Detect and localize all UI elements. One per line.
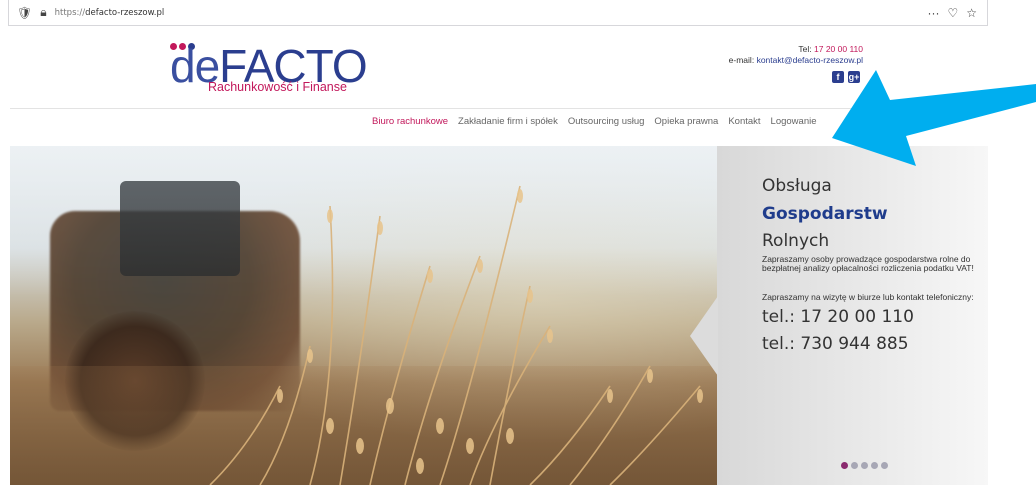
nav-item-opieka-prawna[interactable]: Opieka prawna [654,116,718,127]
hero-phone-2[interactable]: tel.: 730 944 885 [762,334,909,354]
slider-dot-1[interactable] [841,462,848,469]
hero-paragraph-contact: Zapraszamy na wizytę w biurze lub kontak… [762,292,974,302]
nav-item-biuro-rachunkowe[interactable]: Biuro rachunkowe [372,116,448,127]
hero-paragraph-vat: Zapraszamy osoby prowadzące gospodarstwa… [762,254,974,273]
page-actions-menu-icon[interactable]: ··· [927,6,939,20]
email-label: e-mail: [728,55,755,65]
lock-icon[interactable]: 🔒︎ [40,5,46,20]
browser-url-bar[interactable]: 🛡︎ 🔒︎ https://defacto-rzeszow.pl ··· ♡ ☆ [8,0,988,26]
hero-slider: Obsługa Gospodarstw Rolnych Zapraszamy o… [10,146,988,485]
pocket-icon[interactable]: ♡ [947,6,958,20]
grass-stalks [209,185,703,485]
slider-dot-4[interactable] [871,462,878,469]
hero-phone-1[interactable]: tel.: 17 20 00 110 [762,307,914,327]
hero-photo [10,146,717,485]
url-host: defacto-rzeszow.pl [85,7,165,18]
nav-item-zakladanie-firm[interactable]: Zakładanie firm i spółek [458,116,558,127]
slider-dot-5[interactable] [881,462,888,469]
shield-icon[interactable]: 🛡︎ [17,6,32,20]
page: 🛡︎ 🔒︎ https://defacto-rzeszow.pl ··· ♡ ☆… [0,0,1036,485]
site-logo[interactable]: deFACTO Rachunkowość i Finanse [170,40,370,100]
slider-dot-3[interactable] [861,462,868,469]
hero-title-line2: Gospodarstw [762,204,888,224]
logo-tagline: Rachunkowość i Finanse [208,80,347,94]
slider-dot-2[interactable] [851,462,858,469]
tel-label: Tel: [798,44,812,54]
hero-text-panel: Obsługa Gospodarstw Rolnych Zapraszamy o… [717,146,988,485]
nav-item-logowanie[interactable]: Logowanie [771,116,817,127]
main-nav: Biuro rachunkowe Zakładanie firm i spółe… [372,116,817,127]
bookmark-star-icon[interactable]: ☆ [966,6,977,20]
url-scheme: https:// [54,7,86,18]
panel-notch [690,296,718,376]
hero-title-line3: Rolnych [762,231,830,251]
url-text[interactable]: https://defacto-rzeszow.pl [55,8,165,18]
nav-item-outsourcing[interactable]: Outsourcing usług [568,116,645,127]
annotation-arrow-icon [832,70,1036,166]
nav-item-kontakt[interactable]: Kontakt [728,116,760,127]
slider-pagination [841,462,888,469]
hero-title-line1: Obsługa [762,176,832,196]
